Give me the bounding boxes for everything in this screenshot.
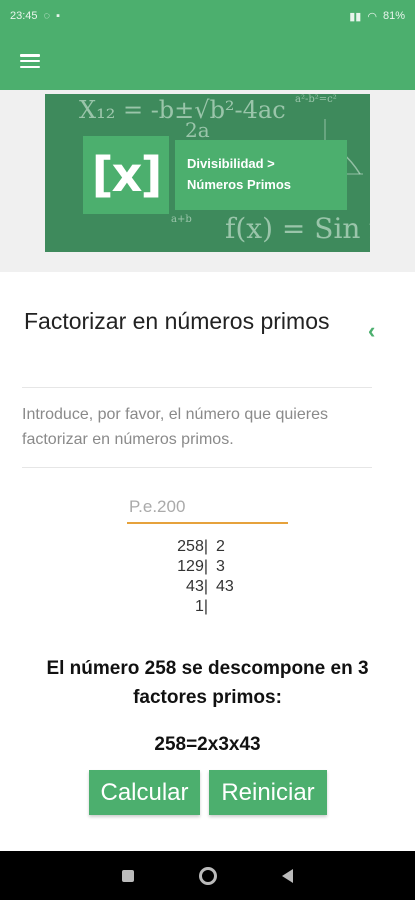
factorization-table: 258| 2 129| 3 43| 43 1| (150, 537, 234, 617)
result-message-text: El número 258 se descompone en 3 factore… (46, 658, 369, 708)
notification-icon: ▪ (56, 10, 60, 22)
factor-row: 1| (150, 597, 234, 617)
divisor: 2 (216, 538, 225, 555)
number-input[interactable] (127, 492, 288, 524)
breadcrumb-current: Números Primos (187, 177, 292, 192)
dividend: 43| (186, 578, 208, 595)
reset-button[interactable]: Reiniciar (209, 770, 327, 815)
factor-row: 43| 43 (150, 577, 234, 597)
factor-row: 258| 2 (150, 537, 234, 557)
breadcrumb-parent[interactable]: Divisibilidad > (187, 153, 347, 174)
chalk-doodle: 2a (185, 118, 210, 142)
system-nav-bar (0, 851, 415, 900)
back-icon[interactable] (281, 868, 293, 883)
divider (22, 467, 372, 468)
divider (22, 387, 372, 388)
breadcrumb: Divisibilidad > Números Primos (175, 140, 347, 210)
divisor: 3 (216, 558, 225, 575)
hero-area: X₁₂ = -b±√b²-4ac 2a a²-b²=c² f(x) = Sin … (0, 90, 415, 272)
home-icon[interactable] (198, 866, 217, 885)
app-logo: [x] (83, 136, 169, 214)
chalk-doodle: f(x) = Sin x (225, 212, 370, 245)
chevron-left-icon[interactable]: ‹ (368, 318, 384, 343)
chalk-doodle: X₁₂ = -b±√b²-4ac (79, 96, 286, 124)
battery-level: 81% (382, 10, 405, 22)
divisor (208, 597, 216, 617)
chalkboard-banner: X₁₂ = -b±√b²-4ac 2a a²-b²=c² f(x) = Sin … (45, 94, 370, 252)
wifi-icon: ◠ (367, 10, 377, 23)
recents-icon[interactable] (122, 869, 135, 882)
dividend: 258| (177, 538, 208, 555)
whatsapp-icon: ◌ (43, 10, 51, 22)
menu-icon[interactable] (20, 54, 40, 68)
dividend: 1| (194, 598, 208, 615)
calculate-button[interactable]: Calcular (89, 770, 200, 815)
status-bar: 23:45 ◌ ▪ ▮▮ ◠ 81% (0, 0, 415, 32)
page-title: Factorizar en números primos (24, 308, 330, 334)
dividend: 129| (177, 558, 208, 575)
clock: 23:45 (10, 10, 38, 22)
chalk-doodle: a²-b²=c² (295, 94, 337, 105)
signal-icon: ▮▮ (349, 10, 362, 23)
factor-row: 129| 3 (150, 557, 234, 577)
instructions-text: Introduce, por favor, el número que quie… (22, 406, 328, 448)
app-toolbar (0, 32, 415, 90)
divisor: 43 (216, 578, 234, 595)
result-expression: 258=2x3x43 (154, 734, 261, 755)
result-message: El número 258 se descompone en 3 factore… (0, 654, 415, 712)
chalk-doodle: a+b (171, 214, 192, 225)
